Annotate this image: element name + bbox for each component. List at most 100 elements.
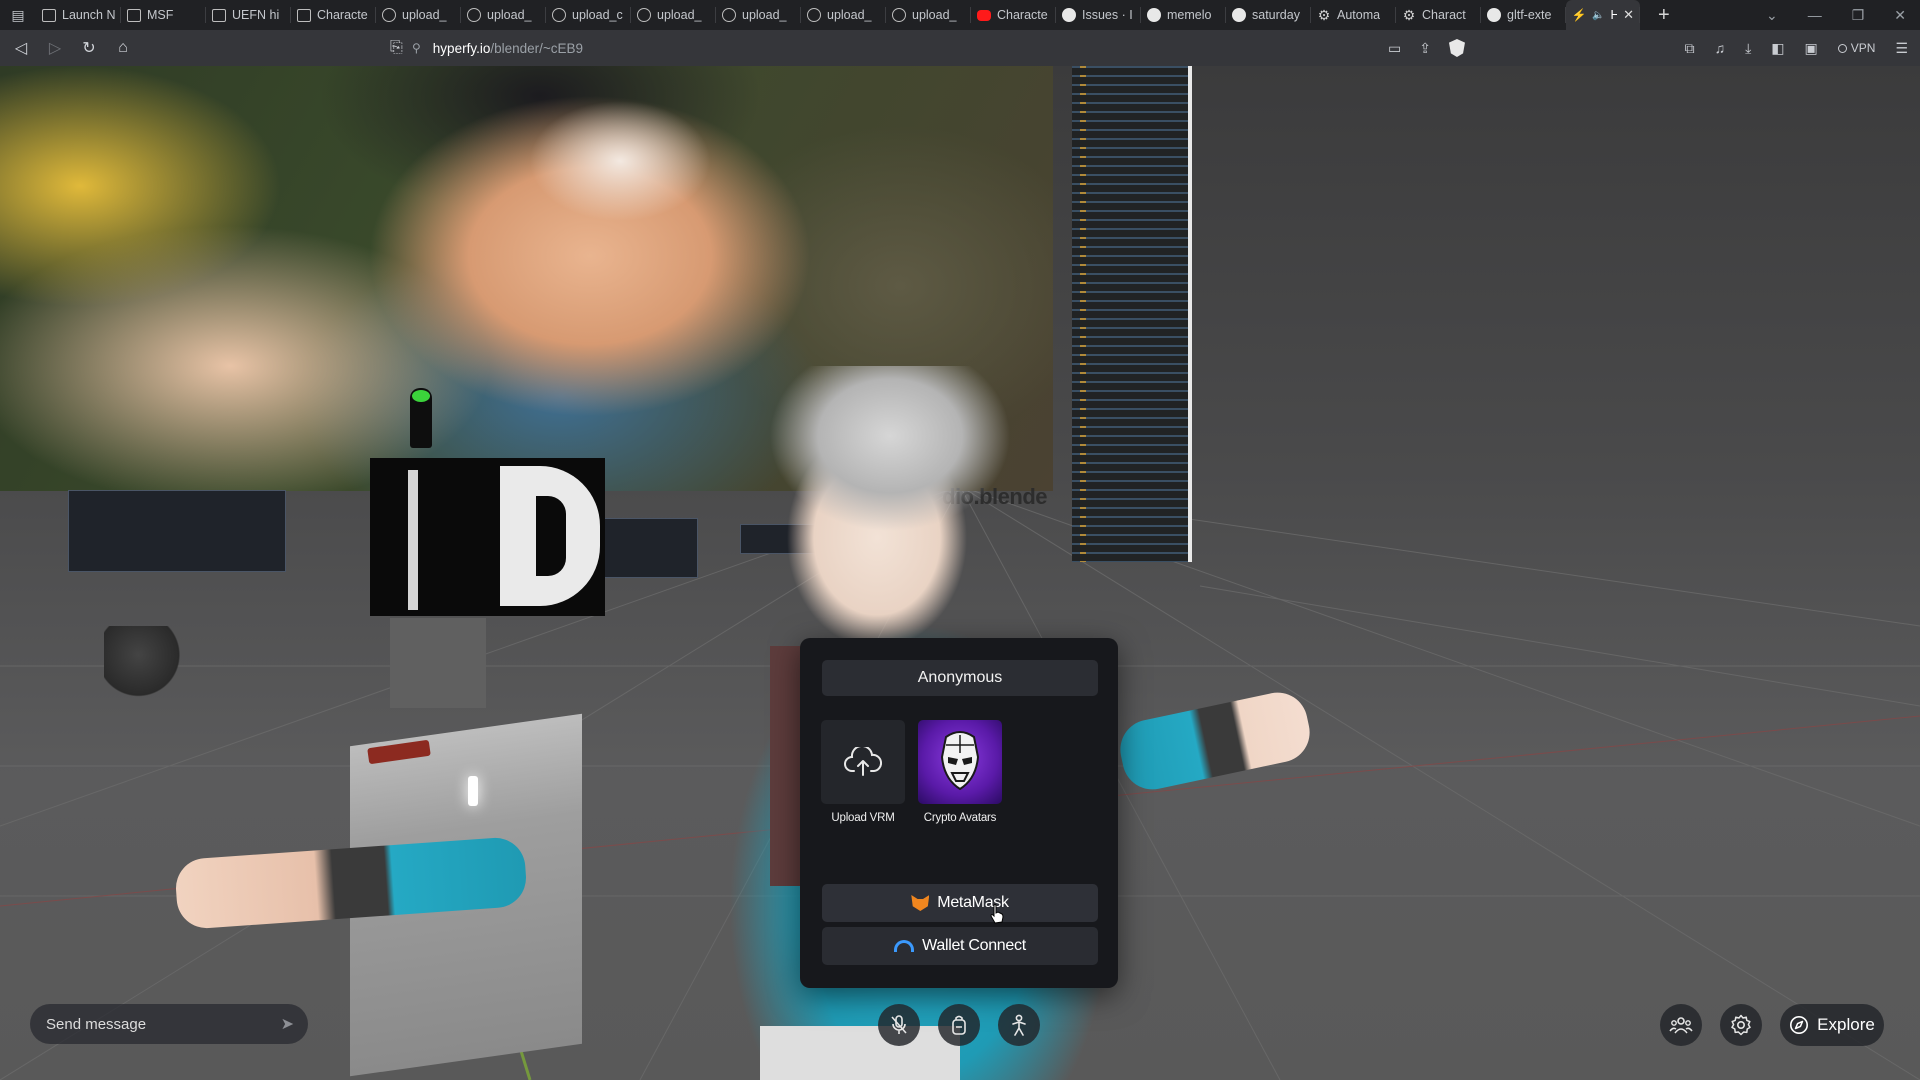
vpn-button[interactable]: VPN [1837,41,1875,55]
wallet-icon[interactable]: ▣ [1805,40,1818,57]
inventory-button[interactable] [938,1004,980,1046]
browser-tab[interactable]: ⚡ 🔈 H ✕ [1566,0,1640,30]
send-message-input[interactable] [46,1015,281,1033]
browser-tab-title: Automa [1337,8,1381,22]
browser-tab-title: upload_c [572,8,623,22]
extensions-icon[interactable]: ⧉ [1685,40,1695,57]
globe-favicon-icon [467,8,481,22]
github-favicon-icon [1147,8,1161,22]
crypto-avatar-icon [940,731,980,791]
globe-favicon-icon [892,8,906,22]
hd-sign [370,458,605,616]
globe-favicon-icon [807,8,821,22]
close-tab-icon[interactable]: ✕ [1623,7,1634,23]
tab-search-chevron-icon[interactable]: ⌄ [1766,7,1778,24]
sidebar-toggle-icon[interactable]: ▤ [0,7,36,24]
browser-tab[interactable]: ⚙ Automa [1311,0,1396,30]
browser-tab-title: UEFN hi [232,8,280,22]
avatar-modal: Anonymous Upload VRM Crypto Avatars Meta… [800,638,1118,988]
forward-button[interactable]: ▷ [38,31,72,65]
browser-tab[interactable]: UEFN hi [206,0,291,30]
mic-muted-button[interactable] [878,1004,920,1046]
address-bar[interactable]: ⚲ hyperfy.io/blender/~cEB9 [412,35,1490,61]
browser-tab[interactable]: Characte [291,0,376,30]
browser-tab[interactable]: upload_ [461,0,546,30]
address-host: hyperfy.io [432,40,491,56]
browser-tab[interactable]: upload_ [801,0,886,30]
globe-favicon-icon [722,8,736,22]
metamask-button[interactable]: MetaMask [822,884,1098,922]
metamask-fox-icon [911,895,930,911]
walletconnect-label: Wallet Connect [922,937,1026,954]
vpn-status-icon [1837,43,1847,53]
browser-tab[interactable]: ⚙ Charact [1396,0,1481,30]
browser-tab-title: upload_ [657,8,702,22]
sidebar-icon[interactable]: ◧ [1771,40,1784,57]
site-info-icon[interactable]: ⚲ [412,41,421,55]
crypto-avatars-label: Crypto Avatars [923,812,997,824]
menu-icon[interactable]: ☰ [1895,40,1908,57]
browser-tab[interactable]: gltf-exte [1481,0,1566,30]
downloads-icon[interactable]: ⤓ [1745,40,1751,57]
cast-icon[interactable]: ▭ [1388,40,1401,57]
share-icon[interactable]: ⇪ [1419,40,1431,57]
browser-tab-title: H [1610,8,1618,22]
floating-ui-panel [598,518,698,578]
upload-vrm-option[interactable]: Upload VRM [820,720,906,824]
home-button[interactable]: ⌂ [106,31,140,65]
crypto-avatars-thumb[interactable] [918,720,1002,804]
mic-off-icon [891,1015,907,1034]
youtube-favicon-icon [977,9,991,21]
explore-button[interactable]: Explore [1780,1004,1884,1046]
avatar-button[interactable] [998,1004,1040,1046]
globe-favicon-icon [637,8,651,22]
browser-tab[interactable]: Launch N [36,0,121,30]
explore-label: Explore [1817,1015,1875,1034]
toolbar-actions: ⧉ ♫ ⤓ ◧ ▣ VPN ☰ [1685,30,1908,66]
bookmark-icon[interactable]: ⎘ [390,39,403,57]
browser-tab[interactable]: memelo [1141,0,1226,30]
browser-tab-title: upload_ [827,8,872,22]
globe-favicon-icon [552,8,566,22]
hand-cursor-icon [990,904,1004,924]
browser-tab-strip: ▤ Launch N MSF UEFN hi Characte upload_ uploa… [0,0,1920,30]
browser-tab[interactable]: saturday [1226,0,1311,30]
new-tab-button[interactable]: + [1658,4,1670,27]
bolt-favicon-icon: ⚡ [1571,8,1587,22]
browser-tab[interactable]: upload_ [631,0,716,30]
minimize-button[interactable]: — [1808,7,1822,23]
avatar-name-field[interactable]: Anonymous [822,660,1098,696]
upload-vrm-label: Upload VRM [831,812,895,824]
browser-tab-title: upload_ [742,8,787,22]
browser-tab-title: upload_ [402,8,447,22]
audio-playing-icon[interactable]: 🔈 [1592,10,1604,21]
reload-button[interactable]: ↻ [72,31,106,65]
doc-favicon-icon [297,8,311,22]
players-button[interactable] [1660,1004,1702,1046]
avatar-legs [760,1026,960,1080]
maximize-button[interactable]: ❐ [1852,7,1865,24]
address-path: /blender/~cEB9 [490,40,584,56]
browser-tab[interactable]: upload_ [716,0,801,30]
browser-tab[interactable]: Issues · I [1056,0,1141,30]
brave-shields-icon[interactable] [1448,39,1465,57]
browser-tab[interactable]: upload_c [546,0,631,30]
gear-favicon-icon: ⚙ [1317,6,1331,23]
browser-tab[interactable]: Characte [971,0,1056,30]
back-button[interactable]: ◁ [4,31,38,65]
send-icon[interactable]: ➤ [281,1014,294,1034]
browser-tab-title: MSF [147,8,174,22]
code-panel [1072,66,1192,562]
media-icon[interactable]: ♫ [1715,40,1726,56]
doc-favicon-icon [42,8,56,22]
gear-favicon-icon: ⚙ [1402,6,1416,23]
browser-tab[interactable]: MSF [121,0,206,30]
walletconnect-button[interactable]: Wallet Connect [822,927,1098,965]
settings-button[interactable] [1720,1004,1762,1046]
browser-tab[interactable]: upload_ [376,0,461,30]
close-window-button[interactable]: ✕ [1894,7,1906,24]
browser-tab[interactable]: upload_ [886,0,971,30]
crypto-avatars-option[interactable]: Crypto Avatars [917,720,1003,824]
github-favicon-icon [1487,8,1501,22]
upload-vrm-thumb[interactable] [821,720,905,804]
